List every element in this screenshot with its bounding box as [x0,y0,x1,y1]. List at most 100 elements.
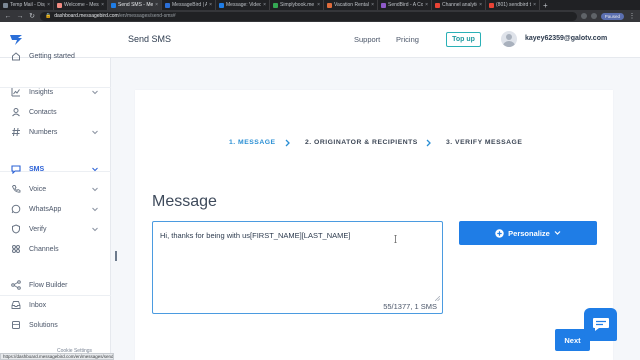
sidebar-item-label: SMS [29,165,45,173]
sms-icon [11,165,21,174]
contacts-icon [12,108,20,117]
browser-tab-label: Temp Mail - Disp [10,2,46,8]
chat-button[interactable] [584,308,617,341]
browser-toolbar: ← → ↻ 🔒 dashboard.messagebird.com/en/mes… [0,10,640,22]
chevron-down-icon[interactable] [91,128,99,136]
voice-icon [11,185,21,193]
extension-icon[interactable] [580,13,587,19]
favicon-icon [381,2,386,8]
favicon-icon [165,2,170,8]
sidebar-item-contacts[interactable]: Contacts [0,103,111,121]
message-textarea[interactable]: Hi, thanks for being with us[FIRST_NAME]… [152,221,443,314]
top-up-button[interactable]: Top up [446,32,481,47]
close-tab-icon[interactable]: × [371,2,374,8]
close-tab-icon[interactable]: × [263,2,266,8]
channels-icon [12,245,20,253]
step-message[interactable]: 1. MESSAGE [229,139,276,146]
close-tab-icon[interactable]: × [209,2,212,8]
solutions-icon [12,321,20,329]
step-originator-recipients[interactable]: 2. ORIGINATOR & RECIPIENTS [305,139,418,146]
page-title: Send SMS [128,34,172,44]
chat-icon [592,318,609,331]
close-tab-icon[interactable]: × [317,2,320,8]
sidebar-item-whatsapp[interactable]: WhatsApp [0,200,111,218]
forward-icon[interactable]: → [16,13,24,20]
sidebar-item-label: Insights [29,88,54,96]
sidebar-item-channels[interactable]: Channels [0,240,111,258]
sidebar-item-label: WhatsApp [29,205,62,213]
browser-tab-strip: Temp Mail - Disp×Welcome - Messa×Send SM… [0,0,640,10]
sidebar-item-label: Flow Builder [29,281,68,289]
browser-tab[interactable]: Channel analytics× [432,0,486,10]
sidebar-item-label: Voice [29,185,47,193]
new-tab-button[interactable]: + [540,1,551,10]
extension-icon[interactable] [590,13,597,19]
more-menu-icon[interactable]: ⋮ [628,12,636,20]
browser-tab[interactable]: MessageBird | An× [162,0,216,10]
step-verify-message[interactable]: 3. VERIFY MESSAGE [446,139,522,146]
browser-tab-label: SendBird - A Con [388,2,424,8]
close-tab-icon[interactable]: × [425,2,428,8]
favicon-icon [57,2,62,8]
browser-tab-label: Vacation Rental S [334,2,369,8]
chevron-down-icon[interactable] [91,165,99,173]
resize-handle-icon[interactable] [435,296,440,301]
back-icon[interactable]: ← [4,13,12,20]
chevron-down-icon[interactable] [91,185,99,193]
favicon-icon [111,2,116,8]
sidebar-item-label: Solutions [29,321,58,329]
chevron-right-icon [285,139,290,147]
sidebar-item-voice[interactable]: Voice [0,180,111,198]
sidebar-item-verify[interactable]: Verify [0,220,111,238]
sidebar-item-label: Inbox [29,301,47,309]
scroll-marker [115,251,117,261]
browser-tab[interactable]: Message: Video Y× [216,0,270,10]
chevron-down-icon[interactable] [91,225,99,233]
address-bar[interactable]: 🔒 dashboard.messagebird.com/en/messages/… [40,11,577,21]
browser-tab-label: (801) sendbird tu [496,2,532,8]
messagebird-logo[interactable] [9,34,23,46]
personalize-button[interactable]: Personalize [459,221,597,245]
browser-tab[interactable]: Temp Mail - Disp × [0,0,54,10]
sidebar-item-solutions[interactable]: Solutions [0,316,111,334]
close-tab-icon[interactable]: × [47,2,50,8]
sidebar-item-getting-started[interactable]: Getting started [0,47,111,65]
sidebar-item-insights[interactable]: Insights [0,83,111,101]
insights-icon [11,88,20,97]
url-host: dashboard.messagebird.com [54,13,119,19]
browser-tab[interactable]: Send SMS - Mess× [108,0,162,10]
browser-tab[interactable]: Simplybook.me × [270,0,324,10]
home-icon [12,52,20,61]
chevron-down-icon[interactable] [91,88,99,96]
browser-tab-label: Simplybook.me [280,2,315,8]
browser-tab[interactable]: SendBird - A Con × [378,0,432,10]
browser-tab-label: MessageBird | An [172,2,207,8]
sidebar-item-label: Channels [29,245,59,253]
close-tab-icon[interactable]: × [101,2,104,8]
whatsapp-icon [11,204,21,214]
browser-tab[interactable]: (801) sendbird tu × [486,0,540,10]
pricing-link[interactable]: Pricing [396,35,419,44]
sidebar-item-inbox[interactable]: Inbox [0,296,111,314]
close-tab-icon[interactable]: × [155,2,158,8]
lock-icon: 🔒 [45,13,52,19]
sidebar-item-sms[interactable]: SMS [0,160,111,178]
support-link[interactable]: Support [354,35,380,44]
close-tab-icon[interactable]: × [479,2,482,8]
reload-icon[interactable]: ↻ [28,12,36,20]
chevron-down-icon[interactable] [91,205,99,213]
profile-paused-badge[interactable]: Paused [600,12,624,20]
favicon-icon [219,2,224,8]
browser-tab-label: Message: Video Y [226,2,262,8]
close-tab-icon[interactable]: × [533,2,536,8]
sidebar-item-flow-builder[interactable]: Flow Builder [0,276,111,294]
send-sms-card: 1. MESSAGE 2. ORIGINATOR & RECIPIENTS 3.… [135,90,613,360]
flow-builder-icon [11,280,21,290]
message-body[interactable]: Hi, thanks for being with us[FIRST_NAME]… [160,231,350,240]
user-email[interactable]: kayey62359@galotv.com [525,35,607,42]
browser-tab[interactable]: Welcome - Messa× [54,0,108,10]
browser-tab[interactable]: Vacation Rental S× [324,0,378,10]
avatar[interactable] [501,31,517,47]
sidebar-item-numbers[interactable]: Numbers [0,123,111,141]
personalize-label: Personalize [508,228,550,238]
